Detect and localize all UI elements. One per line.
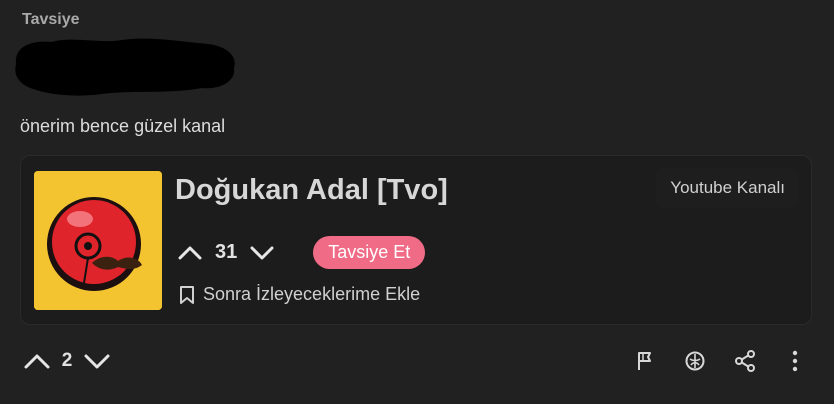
- channel-type-badge: Youtube Kanalı: [656, 168, 799, 208]
- post-upvote-button[interactable]: [22, 346, 52, 376]
- post-footer: 2: [0, 340, 834, 386]
- share-button[interactable]: [732, 346, 758, 376]
- card-upvote-button[interactable]: [175, 238, 205, 268]
- more-vertical-icon: [792, 350, 798, 372]
- chevron-up-icon: [24, 354, 50, 369]
- card-vote-controls: 31 Tavsiye Et: [175, 236, 426, 269]
- post-actions: [632, 346, 808, 376]
- report-button[interactable]: [632, 346, 658, 376]
- chevron-up-icon: [178, 246, 202, 259]
- award-icon: [685, 351, 705, 371]
- channel-name[interactable]: Doğukan Adal [Tvo]: [175, 174, 448, 207]
- post-vote-count: 2: [61, 350, 73, 371]
- flag-icon: [638, 352, 651, 370]
- redacted-username: [15, 38, 235, 96]
- award-button[interactable]: [682, 346, 708, 376]
- channel-avatar[interactable]: [34, 171, 162, 310]
- bookmark-icon: [180, 285, 194, 304]
- card-vote-count: 31: [215, 241, 238, 263]
- card-downvote-button[interactable]: [247, 238, 277, 268]
- recommend-button[interactable]: Tavsiye Et: [313, 236, 426, 269]
- channel-card[interactable]: Doğukan Adal [Tvo] Youtube Kanalı 31 Tav…: [20, 155, 812, 325]
- watch-later-button[interactable]: Sonra İzleyeceklerime Ekle: [179, 284, 420, 305]
- watch-later-label: Sonra İzleyeceklerime Ekle: [203, 284, 421, 304]
- chevron-down-icon: [84, 354, 110, 369]
- red-ball-character-image: [34, 171, 162, 310]
- post-downvote-button[interactable]: [82, 346, 112, 376]
- post-comment: önerim bence güzel kanal: [20, 116, 226, 136]
- recommendation-post: Tavsiye önerim bence güzel kanal Doğukan…: [0, 0, 834, 404]
- more-options-button[interactable]: [782, 346, 808, 376]
- post-category[interactable]: Tavsiye: [22, 11, 80, 29]
- post-vote-controls: 2: [22, 346, 112, 376]
- chevron-down-icon: [250, 246, 274, 259]
- share-icon: [735, 350, 755, 372]
